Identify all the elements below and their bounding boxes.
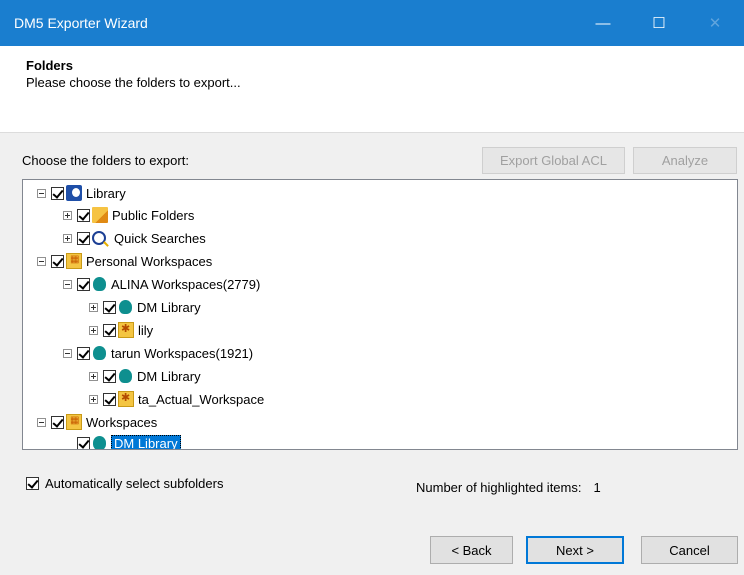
maximize-icon[interactable]: ☐ [636,0,682,46]
tree-node-workspaces[interactable]: Workspaces [37,412,157,432]
collapse-icon[interactable] [37,188,46,198]
tree-label: Personal Workspaces [86,253,213,269]
wizard-header: Folders Please choose the folders to exp… [0,46,744,133]
expand-icon[interactable] [63,233,72,243]
next-button[interactable]: Next > [526,536,624,564]
collapse-icon[interactable] [63,348,72,358]
checkbox-alina-workspaces[interactable] [77,277,90,291]
library-icon [66,185,82,201]
wizard-body: Choose the folders to export: Export Glo… [0,133,744,575]
tree-label: lily [138,322,154,338]
public-folders-icon [92,207,108,223]
expand-icon[interactable] [89,325,98,335]
tree-node-quick-searches[interactable]: Quick Searches [63,228,206,248]
tree-node-tarun-dm-library[interactable]: DM Library [89,366,201,386]
tree-node-public-folders[interactable]: Public Folders [63,205,194,225]
minimize-icon[interactable]: — [580,0,626,46]
page-subtitle: Please choose the folders to export... [26,75,241,90]
workspaces-folder-icon [66,414,82,430]
checkbox-quick-searches[interactable] [77,231,90,245]
back-button[interactable]: < Back [430,536,513,564]
tree-label: ta_Actual_Workspace [138,391,265,407]
tree-label: Public Folders [112,207,195,223]
workspace-folder-icon [118,322,134,338]
collapse-icon[interactable] [37,417,46,427]
user-workspace-icon [93,346,106,360]
checkbox-library[interactable] [51,186,64,200]
workspace-icon [119,300,132,314]
workspace-icon [93,436,106,449]
tree-node-alina-dm-library[interactable]: DM Library [89,297,201,317]
checkbox-tarun-workspaces[interactable] [77,346,90,360]
tree-node-alina-workspaces[interactable]: ALINA Workspaces(2779) [63,274,260,294]
cancel-button[interactable]: Cancel [641,536,738,564]
workspaces-folder-icon [66,253,82,269]
title-bar: DM5 Exporter Wizard — ☐ ✕ [0,0,744,46]
checkbox-alina-lily[interactable] [103,323,116,337]
tree-label: Workspaces [86,414,158,430]
highlighted-value: 1 [593,480,601,495]
auto-select-option[interactable]: Automatically select subfolders [26,476,223,491]
tree-label: DM Library [137,368,201,384]
checkbox-alina-dm-library[interactable] [103,300,116,314]
close-icon[interactable]: ✕ [692,0,738,46]
tree-node-ws-dm-library[interactable]: DM Library [63,433,181,449]
tree-node-library[interactable]: Library [37,183,126,203]
highlighted-label: Number of highlighted items: [416,480,582,495]
checkbox-personal-workspaces[interactable] [51,254,64,268]
tree-label: DM Library [137,299,201,315]
checkbox-public-folders[interactable] [77,208,90,222]
tree-node-personal-workspaces[interactable]: Personal Workspaces [37,251,212,271]
auto-select-label: Automatically select subfolders [45,476,224,491]
tree-node-alina-lily[interactable]: lily [89,320,153,340]
export-global-acl-button[interactable]: Export Global ACL [482,147,625,174]
window-title: DM5 Exporter Wizard [14,15,148,31]
auto-select-checkbox[interactable] [26,477,39,490]
user-workspace-icon [93,277,106,291]
tree-label: ALINA Workspaces(2779) [111,276,261,292]
highlighted-count: Number of highlighted items: 1 [416,480,601,495]
page-title: Folders [26,58,73,73]
tree-label: Quick Searches [114,230,206,246]
tree-label: Library [86,185,126,201]
expand-icon[interactable] [89,302,98,312]
expand-icon[interactable] [89,371,98,381]
tree-node-tarun-workspaces[interactable]: tarun Workspaces(1921) [63,343,253,363]
folder-tree[interactable]: Library Public Folders Quick Searches Pe… [22,179,738,450]
magnifier-icon [92,231,106,245]
expand-icon[interactable] [63,210,72,220]
checkbox-tarun-dm-library[interactable] [103,369,116,383]
checkbox-workspaces[interactable] [51,415,64,429]
collapse-icon[interactable] [37,256,46,266]
choose-folders-label: Choose the folders to export: [22,153,189,168]
expand-icon[interactable] [89,394,98,404]
workspace-folder-icon [118,391,134,407]
selected-tree-label: DM Library [111,434,181,449]
checkbox-ws-dm-library[interactable] [77,436,90,449]
tree-node-tarun-actual[interactable]: ta_Actual_Workspace [89,389,264,409]
checkbox-tarun-actual[interactable] [103,392,116,406]
workspace-icon [119,369,132,383]
collapse-icon[interactable] [63,279,72,289]
analyze-button[interactable]: Analyze [633,147,737,174]
tree-label: tarun Workspaces(1921) [111,345,254,361]
